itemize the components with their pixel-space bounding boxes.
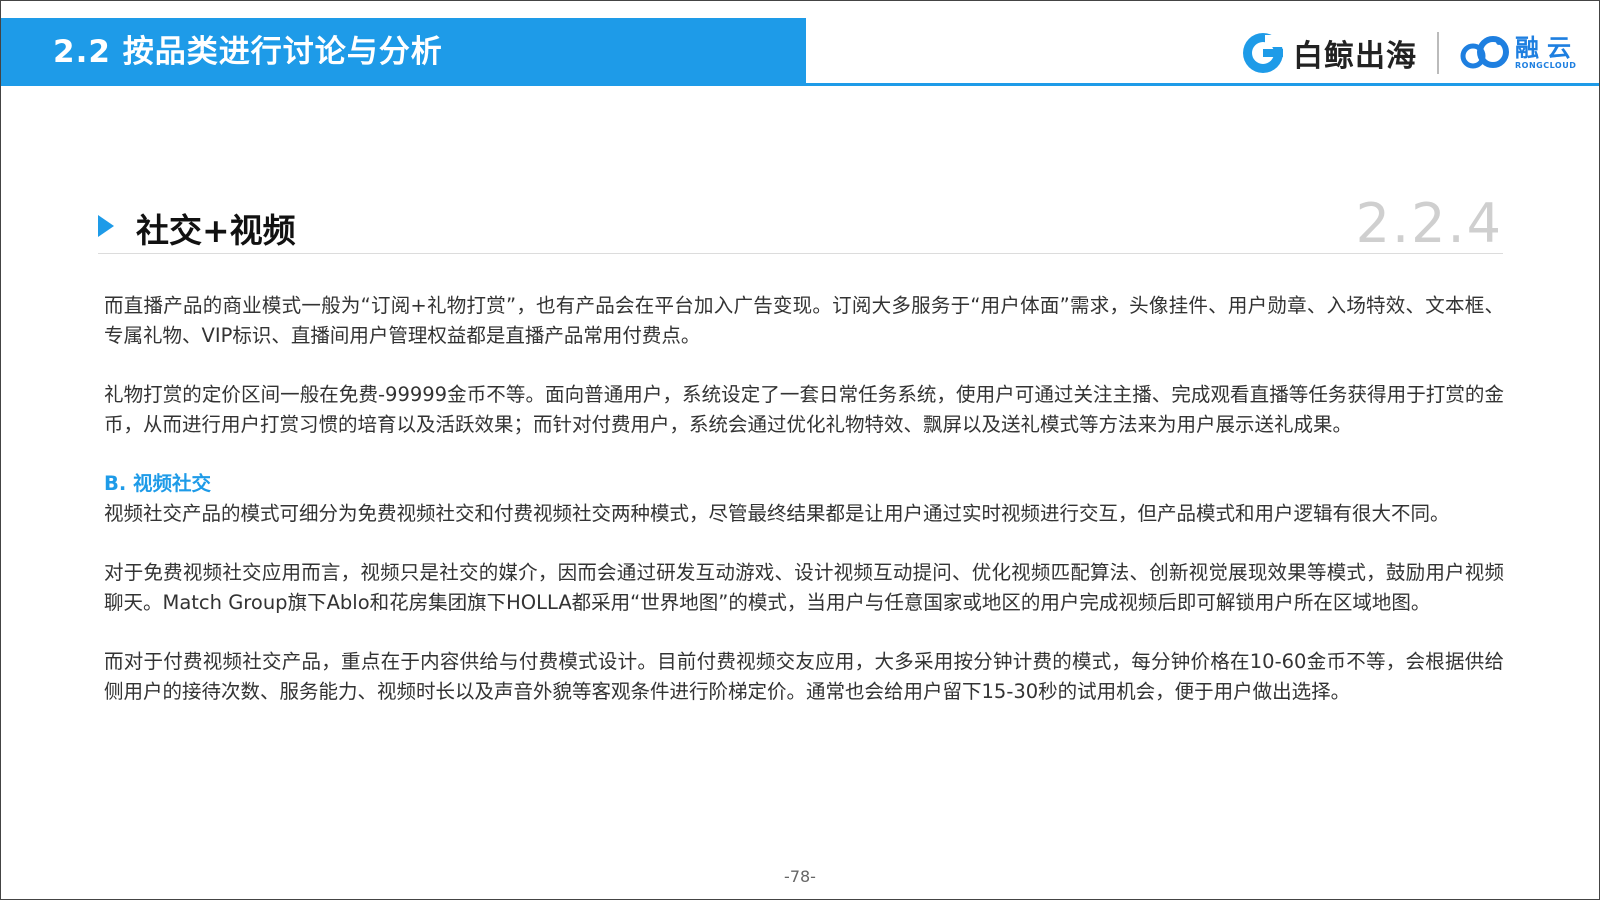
page-title: 2.2 按品类进行讨论与分析 [53,34,443,70]
rongcloud-logo-textwrap: 融云 RONGCLOUD [1515,35,1579,71]
paragraph-video-social-modes: 视频社交产品的模式可细分为免费视频社交和付费视频社交两种模式，尽管最终结果都是让… [104,502,1450,525]
baijing-logo-text: 白鲸出海 [1293,39,1417,74]
rongcloud-logo: 融云 RONGCLOUD [1459,35,1579,71]
slide-page: 2.2 按品类进行讨论与分析 白鲸出海 融云 RONGCLOUD 社交+视频 2… [0,0,1600,900]
baijing-logo: 白鲸出海 [1241,31,1417,75]
rongcloud-logo-subtext: RONGCLOUD [1515,61,1577,70]
paragraph-free-video-social: 对于免费视频社交应用而言，视频只是社交的媒介，因而会通过研发互动游戏、设计视频互… [104,561,1504,614]
paragraph-paid-video-social: 而对于付费视频社交产品，重点在于内容供给与付费模式设计。目前付费视频交友应用，大… [104,650,1504,703]
baijing-logo-icon [1243,33,1283,73]
section-divider [98,253,1503,254]
paragraph-gift-pricing: 礼物打赏的定价区间一般在免费-99999金币不等。面向普通用户，系统设定了一套日… [104,383,1504,436]
logo-divider [1437,32,1439,74]
header-rule [806,83,1599,86]
section-title: 社交+视频 [136,211,296,250]
header-bar: 2.2 按品类进行讨论与分析 [1,18,806,86]
section-triangle-icon [98,215,114,237]
subheading-video-social: B. 视频社交 [104,472,212,495]
body-content: 而直播产品的商业模式一般为“订阅+礼物打赏”，也有产品会在平台加入广告变现。订阅… [104,291,1504,707]
rongcloud-logo-icon [1460,36,1509,69]
paragraph-live-business-model: 而直播产品的商业模式一般为“订阅+礼物打赏”，也有产品会在平台加入广告变现。订阅… [104,294,1504,347]
section-number: 2.2.4 [1355,192,1503,255]
rongcloud-logo-text: 融云 [1515,34,1579,62]
logo-group: 白鲸出海 融云 RONGCLOUD [1241,27,1579,79]
page-number: -78- [784,867,816,886]
